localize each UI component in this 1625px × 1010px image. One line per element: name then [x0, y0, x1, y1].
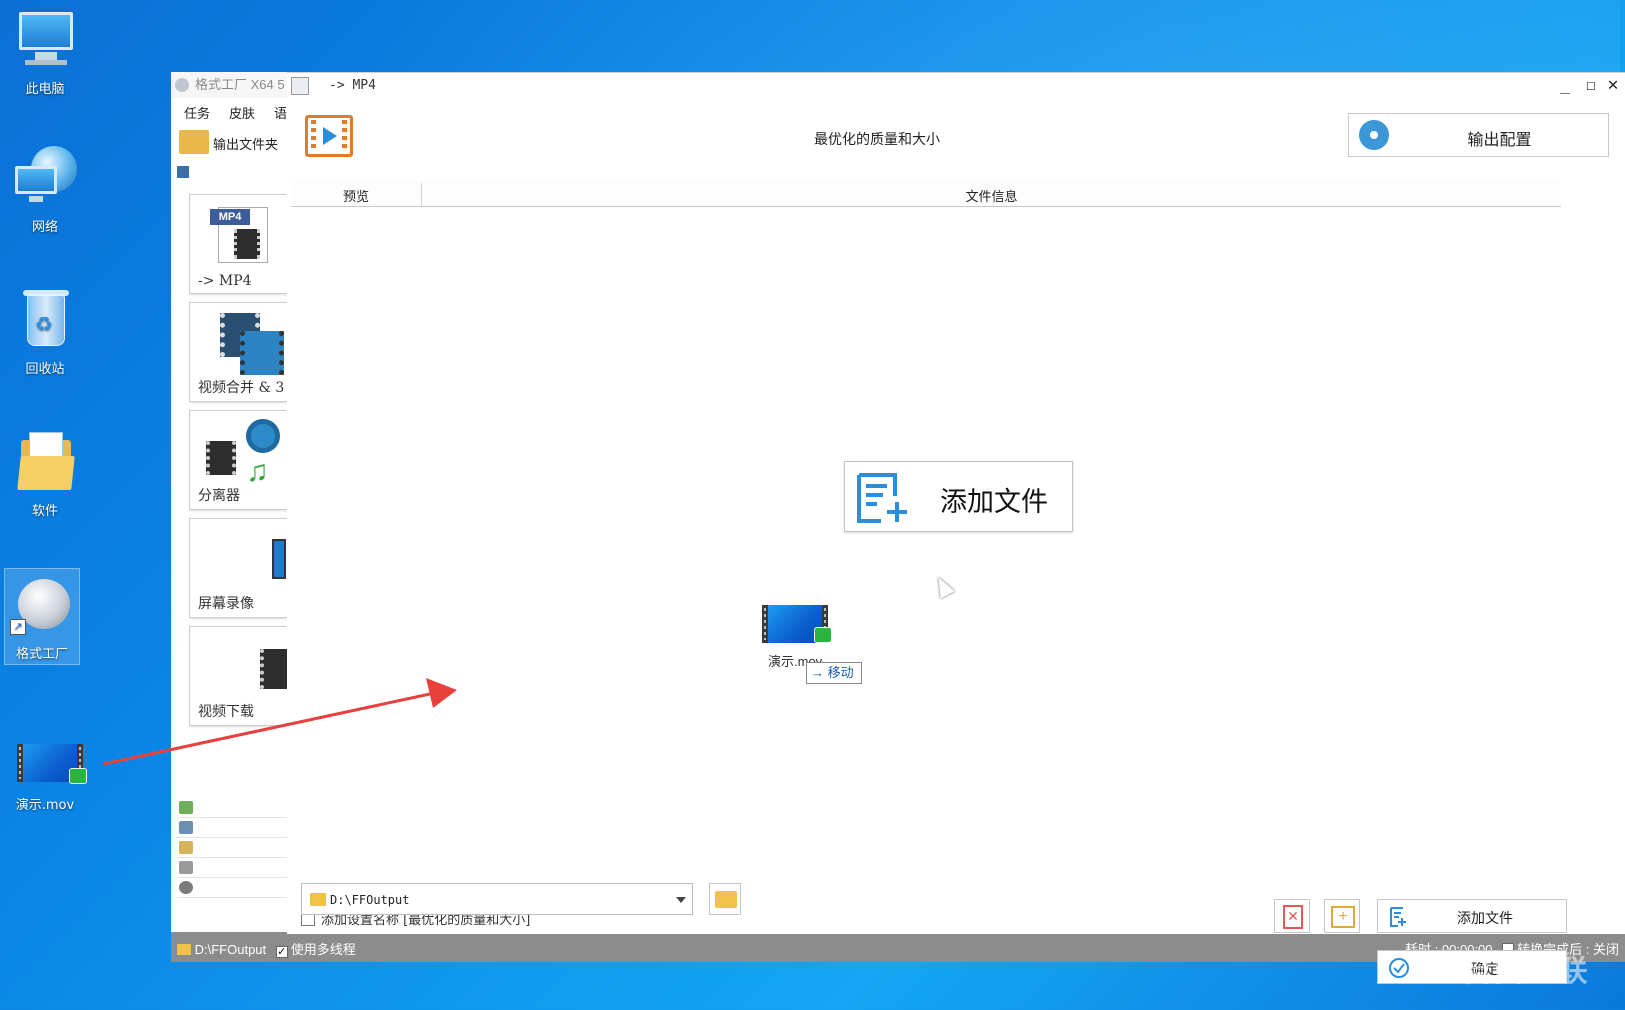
tile-label: -> MP4	[198, 273, 252, 289]
app-sidebar: MP4 -> MP4 视频合并 & 3 ♫ 分离器 屏幕录像 视频下载	[171, 162, 293, 962]
tools-icon	[179, 881, 193, 894]
multithread-label: 使用多线程	[290, 942, 356, 957]
app-titlebar: 格式工厂 X64 5	[171, 72, 291, 98]
drag-action: 移动	[827, 665, 854, 680]
output-path-value: D:\FFOutput	[330, 893, 410, 907]
screen-record-icon	[272, 539, 286, 579]
desktop-icon-label: 此电脑	[25, 82, 65, 97]
desktop-icon-this-pc[interactable]: 此电脑	[0, 8, 90, 97]
tile-to-mp4[interactable]: MP4 -> MP4	[189, 194, 293, 294]
chevron-down-icon	[676, 897, 686, 903]
quality-label[interactable]: 最优化的质量和大小	[287, 129, 1467, 149]
computer-icon	[13, 8, 77, 72]
add-file-label: 添加文件	[1457, 910, 1513, 926]
audio-icon	[179, 801, 193, 814]
desktop-icon-label: 回收站	[25, 362, 65, 377]
app-title: 格式工厂 X64 5	[195, 77, 285, 92]
dialog-titlebar: -> MP4 _ ☐ ✕	[287, 73, 1625, 99]
tile-label: 屏幕录像	[198, 596, 254, 612]
sidebar-audio[interactable]	[177, 798, 291, 818]
disc-icon	[179, 861, 193, 874]
watermark-logo-icon: ✕	[1420, 945, 1456, 991]
tile-label: 视频下载	[198, 704, 254, 720]
download-film-icon	[260, 649, 290, 689]
folder-icon	[715, 891, 737, 908]
desktop-icon-format-factory[interactable]: ↗ 格式工厂	[4, 568, 80, 665]
document-icon	[179, 841, 193, 854]
format-factory-icon: ↗	[10, 573, 74, 637]
folder-icon	[310, 893, 326, 906]
add-file-big-button[interactable]: 添加文件	[844, 461, 1073, 532]
recycle-bin-icon: ♻	[13, 288, 77, 352]
desktop-icon-label: 格式工厂	[15, 647, 68, 662]
video-badge-icon	[814, 627, 832, 643]
remove-file-icon: ✕	[1283, 905, 1303, 929]
app-menubar: 任务 皮肤语	[171, 98, 291, 124]
shortcut-arrow-icon: ↗	[10, 619, 26, 635]
desktop-icon-demo-mov[interactable]: 演示.mov	[0, 742, 90, 813]
tile-video-merge[interactable]: 视频合并 & 3	[189, 302, 293, 402]
minimize-button[interactable]: _	[1551, 73, 1579, 99]
close-button[interactable]: ✕	[1599, 73, 1625, 99]
tile-screen-record[interactable]: 屏幕录像	[189, 518, 293, 618]
desktop-icon-label: 网络	[31, 220, 58, 235]
output-path-select[interactable]: D:\FFOutput	[301, 883, 693, 915]
video-category-icon	[177, 166, 189, 178]
output-config-label: 输出配置	[1467, 132, 1532, 149]
sidebar-disc[interactable]	[177, 858, 291, 878]
desktop-icon-recycle-bin[interactable]: ♻ 回收站	[0, 288, 90, 377]
mp4-file-icon: MP4	[210, 205, 270, 265]
dialog-title: -> MP4	[329, 78, 376, 93]
status-folder-icon	[177, 944, 191, 955]
add-setting-name-label: 添加设置名称 [最优化的质量和大小]	[321, 913, 531, 928]
column-file-info[interactable]: 文件信息	[422, 186, 1561, 205]
file-list-area[interactable]	[291, 208, 1625, 868]
app-toolbar: 输出文件夹	[171, 124, 291, 162]
tile-label: 视频合并 & 3	[198, 380, 285, 396]
desktop-icon-label: 演示.mov	[15, 798, 75, 813]
add-file-button[interactable]: 添加文件	[1377, 899, 1567, 933]
multithread-checkbox[interactable]	[275, 946, 288, 958]
desktop-icon-label: 软件	[31, 504, 58, 519]
add-folder-icon: +	[1331, 906, 1355, 928]
watermark: ✕ 自由互联	[1420, 945, 1590, 991]
drag-move-tooltip: → 移动	[806, 662, 862, 684]
output-folder-icon	[179, 130, 209, 154]
column-preview[interactable]: 预览	[291, 186, 421, 205]
file-list-header: 预览 文件信息	[291, 181, 1561, 207]
network-icon	[13, 146, 77, 210]
tile-splitter[interactable]: ♫ 分离器	[189, 410, 293, 510]
video-file-icon	[13, 742, 87, 788]
output-config-button[interactable]: 输出配置	[1348, 113, 1609, 157]
dialog-header: 最优化的质量和大小 输出配置	[287, 99, 1625, 179]
desktop-icon-software[interactable]: 软件	[0, 430, 90, 519]
sidebar-image[interactable]	[177, 818, 291, 838]
splitter-icon: ♫	[206, 419, 293, 487]
add-file-big-label: 添加文件	[940, 487, 1048, 518]
film-strips-icon	[220, 313, 290, 375]
folder-icon	[13, 430, 77, 494]
tile-label: 分离器	[198, 488, 240, 504]
browse-folder-button[interactable]	[709, 883, 741, 915]
add-folder-button[interactable]: +	[1324, 899, 1360, 933]
sidebar-document[interactable]	[177, 838, 291, 858]
tile-video-download[interactable]: 视频下载	[189, 626, 293, 726]
dialog-mp4-icon	[291, 77, 309, 95]
image-icon	[179, 821, 193, 834]
desktop-icon-network[interactable]: 网络	[0, 146, 90, 235]
sidebar-tools[interactable]	[177, 878, 291, 898]
app-logo-icon	[175, 78, 189, 92]
menu-task[interactable]: 任务	[171, 98, 216, 122]
status-output-path[interactable]: D:\FFOutput	[195, 942, 267, 957]
menu-skin[interactable]: 皮肤	[216, 98, 261, 122]
add-file-icon	[857, 473, 907, 523]
output-folder-button[interactable]: 输出文件夹	[213, 134, 278, 153]
remove-file-button[interactable]: ✕	[1274, 899, 1310, 933]
